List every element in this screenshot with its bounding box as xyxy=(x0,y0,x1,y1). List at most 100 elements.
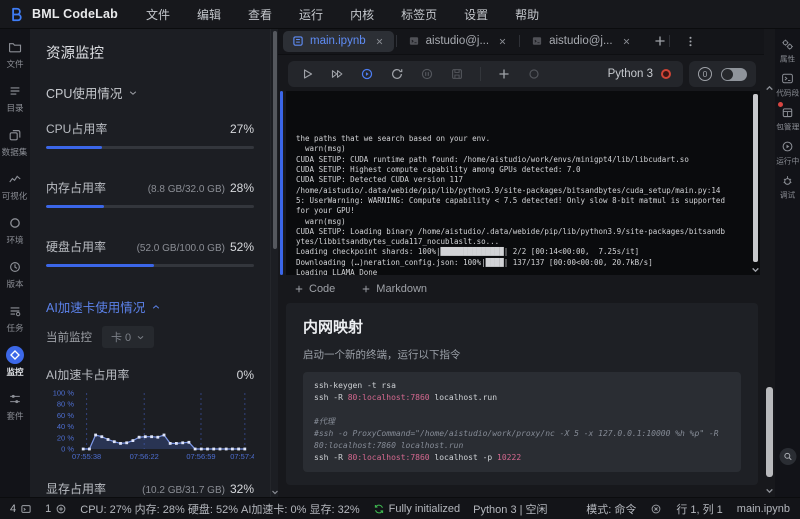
right-rail-item-gears[interactable]: 属性 xyxy=(775,36,800,64)
notebook-scrollbar-thumb[interactable] xyxy=(766,387,773,477)
panel-title: 资源监控 xyxy=(46,46,104,62)
sidebar-item-dataset[interactable]: 数据集 xyxy=(1,126,28,157)
terminal-count[interactable]: 4 xyxy=(10,503,32,515)
menu-item-3[interactable]: 查看 xyxy=(248,6,272,23)
run-button[interactable] xyxy=(300,67,314,81)
card-selector[interactable]: 卡 0 xyxy=(102,326,155,348)
add-code-label: Code xyxy=(309,283,336,295)
progress-track xyxy=(46,264,254,267)
menu-item-1[interactable]: 文件 xyxy=(146,6,170,23)
refresh-kernel-button[interactable] xyxy=(390,67,404,81)
current-monitor-label: 当前监控 xyxy=(46,332,92,344)
notebook-scrollbar[interactable] xyxy=(764,84,775,497)
close-icon[interactable] xyxy=(621,36,632,47)
add-code-button[interactable]: Code xyxy=(294,283,335,295)
right-rail-item-label: 属性 xyxy=(779,54,796,64)
collab-badge: 0 xyxy=(698,67,712,81)
sidebar-item-label: 套件 xyxy=(6,411,24,421)
help-button[interactable] xyxy=(779,448,796,465)
version-icon xyxy=(6,258,24,276)
right-rail-item-debug[interactable]: 调试 xyxy=(775,172,800,200)
right-rail-items: 属性代码段包管理运行中调试 xyxy=(775,36,800,206)
interrupt-button[interactable] xyxy=(420,67,434,81)
menu-item-5[interactable]: 内核 xyxy=(350,6,374,23)
meter-label: 显存占用率 xyxy=(46,482,107,496)
code-block: ssh-keygen -t rsa ssh -R 80:localhost:786… xyxy=(303,372,741,472)
sync-icon xyxy=(373,503,385,515)
scroll-up-icon[interactable] xyxy=(765,84,774,93)
restart-kernel-button[interactable] xyxy=(360,67,374,81)
notebook-area: main.ipynb aistudio@j... aistudio@j... Pyt… xyxy=(278,28,764,497)
tab-more-menu-icon[interactable] xyxy=(684,35,697,48)
meter-value: 0% xyxy=(236,368,254,382)
cursor-position[interactable]: 行 1, 列 1 xyxy=(676,501,722,517)
right-activity-bar: 属性代码段包管理运行中调试 xyxy=(775,28,800,497)
notebook-toolbar: Python 3 xyxy=(288,61,683,87)
kernel-count[interactable]: 1 xyxy=(45,503,67,515)
run-all-button[interactable] xyxy=(330,67,344,81)
visualization-icon xyxy=(6,170,24,188)
close-icon[interactable] xyxy=(374,36,385,47)
right-rail-item-snippet[interactable]: 代码段 xyxy=(775,70,800,98)
sidebar-item-environment[interactable]: 环境 xyxy=(6,214,24,245)
tab-2[interactable]: aistudio@j... xyxy=(399,31,517,52)
menu-item-4[interactable]: 运行 xyxy=(299,6,323,23)
sidebar-item-monitor[interactable]: 监控 xyxy=(5,346,24,377)
sidebar-item-visualization[interactable]: 可视化 xyxy=(1,170,28,201)
menu-item-7[interactable]: 设置 xyxy=(464,6,488,23)
sidebar-item-kit[interactable]: 套件 xyxy=(6,390,24,421)
svg-text:20 %: 20 % xyxy=(57,433,74,442)
selected-output-cell[interactable]: the paths that we search based on your e… xyxy=(280,91,760,275)
outline-icon xyxy=(6,82,24,100)
right-rail-item-package[interactable]: 包管理 xyxy=(775,102,800,132)
scroll-down-icon[interactable] xyxy=(765,486,774,495)
kernel-status[interactable]: Python 3 | 空闲 xyxy=(473,501,547,517)
notification-dot xyxy=(777,102,783,107)
sidebar-item-tasks[interactable]: 任务 xyxy=(6,302,24,333)
panel-scrollbar[interactable] xyxy=(270,28,278,497)
meter-value: 32% xyxy=(229,482,254,496)
svg-text:100 %: 100 % xyxy=(53,389,75,398)
scroll-down-icon[interactable] xyxy=(751,265,760,274)
cpu-section-toggle[interactable]: CPU使用情况 xyxy=(46,83,254,102)
mode-toggle[interactable] xyxy=(721,67,747,81)
init-status-label: Fully initialized xyxy=(388,502,461,515)
cpu-section-title: CPU使用情况 xyxy=(46,87,123,101)
output-line: Loading LLAMA Done xyxy=(296,268,378,275)
svg-text:07:57:45: 07:57:45 xyxy=(230,452,254,461)
output-line: CUDA SETUP: CUDA runtime path found: /ho… xyxy=(296,154,689,164)
init-status: Fully initialized xyxy=(373,502,461,515)
panel-scrollbar-thumb[interactable] xyxy=(273,31,277,249)
save-button[interactable] xyxy=(450,67,464,81)
menu-item-8[interactable]: 帮助 xyxy=(515,6,539,23)
ai-card-section-title: AI加速卡使用情况 xyxy=(46,301,146,315)
notifications-icon[interactable] xyxy=(650,503,662,515)
close-icon[interactable] xyxy=(497,36,508,47)
sidebar-item-outline[interactable]: 目录 xyxy=(6,82,24,113)
ai-card-usage-chart: 0 %20 %40 %60 %80 %100 %07:55:38 07:56:22… xyxy=(53,389,254,462)
meter-label: CPU占用率 xyxy=(46,122,108,136)
plus-icon xyxy=(361,284,371,294)
output-scrollbar-thumb[interactable] xyxy=(753,94,758,262)
monitor-icon xyxy=(5,346,24,364)
kernel-name[interactable]: Python 3 xyxy=(608,68,653,80)
tab-3[interactable]: aistudio@j... xyxy=(522,31,640,52)
chevron-down-icon xyxy=(128,88,138,98)
tab-1[interactable]: main.ipynb xyxy=(283,30,394,52)
tab-bar: main.ipynb aistudio@j... aistudio@j... xyxy=(278,28,764,55)
kernel-count-icon xyxy=(55,503,67,515)
right-rail-item-play-circle[interactable]: 运行中 xyxy=(775,138,800,166)
menu-item-2[interactable]: 编辑 xyxy=(197,6,221,23)
markdown-cell[interactable]: 内网映射 启动一个新的终端，运行以下指令 ssh-keygen -t rsa ss… xyxy=(286,303,758,485)
tabs: main.ipynb aistudio@j... aistudio@j... xyxy=(283,30,641,52)
sidebar-item-folder[interactable]: 文件 xyxy=(6,38,24,69)
sidebar-item-version[interactable]: 版本 xyxy=(6,258,24,289)
add-markdown-button[interactable]: Markdown xyxy=(361,283,427,295)
menu-item-6[interactable]: 标签页 xyxy=(401,6,437,23)
new-tab-button[interactable] xyxy=(653,34,667,48)
sidebar-item-label: 目录 xyxy=(6,103,24,113)
output-line: warn(msg) xyxy=(296,144,346,154)
record-circle-icon[interactable] xyxy=(527,67,541,81)
add-cell-button[interactable] xyxy=(497,67,511,81)
ai-card-section-toggle[interactable]: AI加速卡使用情况 xyxy=(46,297,254,316)
